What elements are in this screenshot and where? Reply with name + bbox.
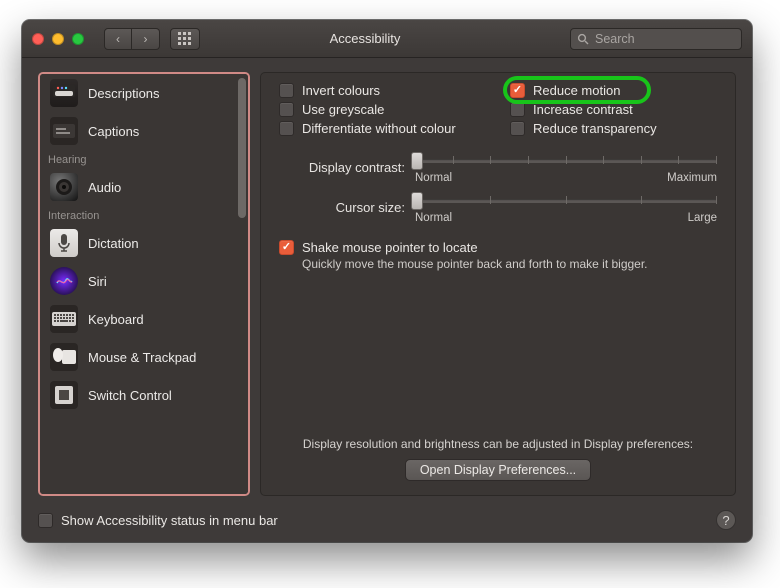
switch-control-icon <box>50 381 78 409</box>
checkbox-icon <box>510 121 525 136</box>
sidebar-item-label: Mouse & Trackpad <box>88 350 196 365</box>
search-icon <box>577 33 589 45</box>
display-contrast-label: Display contrast: <box>279 160 405 175</box>
category-sidebar: Descriptions Captions Hearing Audio <box>40 74 248 494</box>
checkbox-label: Invert colours <box>302 83 380 98</box>
mouse-trackpad-icon <box>50 343 78 371</box>
checkbox-icon <box>279 121 294 136</box>
checkbox-label: Differentiate without colour <box>302 121 456 136</box>
sidebar-highlight-frame: Descriptions Captions Hearing Audio <box>38 72 250 496</box>
checkbox-label: Increase contrast <box>533 102 633 117</box>
increase-contrast-checkbox[interactable]: Increase contrast <box>510 102 717 117</box>
minimize-window-button[interactable] <box>52 33 64 45</box>
descriptions-icon <box>50 79 78 107</box>
use-greyscale-checkbox[interactable]: Use greyscale <box>279 102 486 117</box>
sidebar-item-keyboard[interactable]: Keyboard <box>40 300 248 338</box>
search-placeholder: Search <box>595 32 635 46</box>
close-window-button[interactable] <box>32 33 44 45</box>
help-icon: ? <box>722 513 729 528</box>
shake-mouse-pointer-checkbox[interactable]: Shake mouse pointer to locate <box>279 240 717 255</box>
cursor-size-label: Cursor size: <box>279 200 405 215</box>
display-contrast-slider[interactable] <box>415 150 717 170</box>
show-accessibility-status-checkbox[interactable]: Show Accessibility status in menu bar <box>38 513 278 528</box>
sidebar-section-hearing: Hearing <box>40 150 248 168</box>
reduce-transparency-checkbox[interactable]: Reduce transparency <box>510 121 717 136</box>
checkbox-icon <box>510 102 525 117</box>
sidebar-item-label: Dictation <box>88 236 139 251</box>
slider-min-label: Normal <box>415 212 452 224</box>
sidebar-item-descriptions[interactable]: Descriptions <box>40 74 248 112</box>
keyboard-icon <box>50 305 78 333</box>
sidebar-item-dictation[interactable]: Dictation <box>40 224 248 262</box>
siri-icon <box>50 267 78 295</box>
cursor-size-slider[interactable] <box>415 190 717 210</box>
zoom-window-button[interactable] <box>72 33 84 45</box>
sidebar-item-siri[interactable]: Siri <box>40 262 248 300</box>
checkbox-icon <box>510 83 525 98</box>
display-settings-panel: Invert colours Reduce motion Use greysca… <box>260 72 736 496</box>
captions-icon <box>50 117 78 145</box>
display-prefs-note: Display resolution and brightness can be… <box>279 437 717 451</box>
sidebar-item-switch-control[interactable]: Switch Control <box>40 376 248 414</box>
checkbox-icon <box>279 102 294 117</box>
search-field[interactable]: Search <box>570 28 742 50</box>
checkbox-icon <box>38 513 53 528</box>
sidebar-item-label: Switch Control <box>88 388 172 403</box>
sidebar-item-label: Audio <box>88 180 121 195</box>
checkbox-label: Reduce transparency <box>533 121 657 136</box>
differentiate-without-colour-checkbox[interactable]: Differentiate without colour <box>279 121 486 136</box>
dictation-icon <box>50 229 78 257</box>
invert-colours-checkbox[interactable]: Invert colours <box>279 83 486 98</box>
slider-thumb[interactable] <box>411 152 423 170</box>
sidebar-item-mouse-trackpad[interactable]: Mouse & Trackpad <box>40 338 248 376</box>
window-toolbar: ‹ › Accessibility Search <box>22 20 752 58</box>
open-display-preferences-button[interactable]: Open Display Preferences... <box>405 459 591 481</box>
shake-hint-text: Quickly move the mouse pointer back and … <box>302 257 717 271</box>
sidebar-scrollbar[interactable] <box>236 78 246 490</box>
chevron-left-icon: ‹ <box>116 33 120 45</box>
slider-max-label: Maximum <box>667 172 717 184</box>
slider-thumb[interactable] <box>411 192 423 210</box>
sidebar-item-label: Captions <box>88 124 139 139</box>
sidebar-item-label: Descriptions <box>88 86 160 101</box>
sidebar-item-label: Keyboard <box>88 312 144 327</box>
checkbox-label: Show Accessibility status in menu bar <box>61 513 278 528</box>
reduce-motion-checkbox[interactable]: Reduce motion <box>510 83 717 98</box>
chevron-right-icon: › <box>144 33 148 45</box>
forward-button[interactable]: › <box>132 28 160 50</box>
checkbox-label: Reduce motion <box>533 83 620 98</box>
audio-icon <box>50 173 78 201</box>
checkbox-icon <box>279 240 294 255</box>
sidebar-item-audio[interactable]: Audio <box>40 168 248 206</box>
back-button[interactable]: ‹ <box>104 28 132 50</box>
window-title: Accessibility <box>170 31 560 46</box>
sidebar-section-interaction: Interaction <box>40 206 248 224</box>
traffic-lights <box>32 33 84 45</box>
sidebar-item-captions[interactable]: Captions <box>40 112 248 150</box>
scrollbar-thumb[interactable] <box>238 78 246 218</box>
checkbox-icon <box>279 83 294 98</box>
slider-min-label: Normal <box>415 172 452 184</box>
help-button[interactable]: ? <box>716 510 736 530</box>
accessibility-prefpane-window: ‹ › Accessibility Search <box>22 20 752 542</box>
sidebar-item-label: Siri <box>88 274 107 289</box>
nav-back-forward: ‹ › <box>104 28 160 50</box>
checkbox-label: Shake mouse pointer to locate <box>302 240 478 255</box>
checkbox-label: Use greyscale <box>302 102 384 117</box>
slider-max-label: Large <box>688 212 717 224</box>
